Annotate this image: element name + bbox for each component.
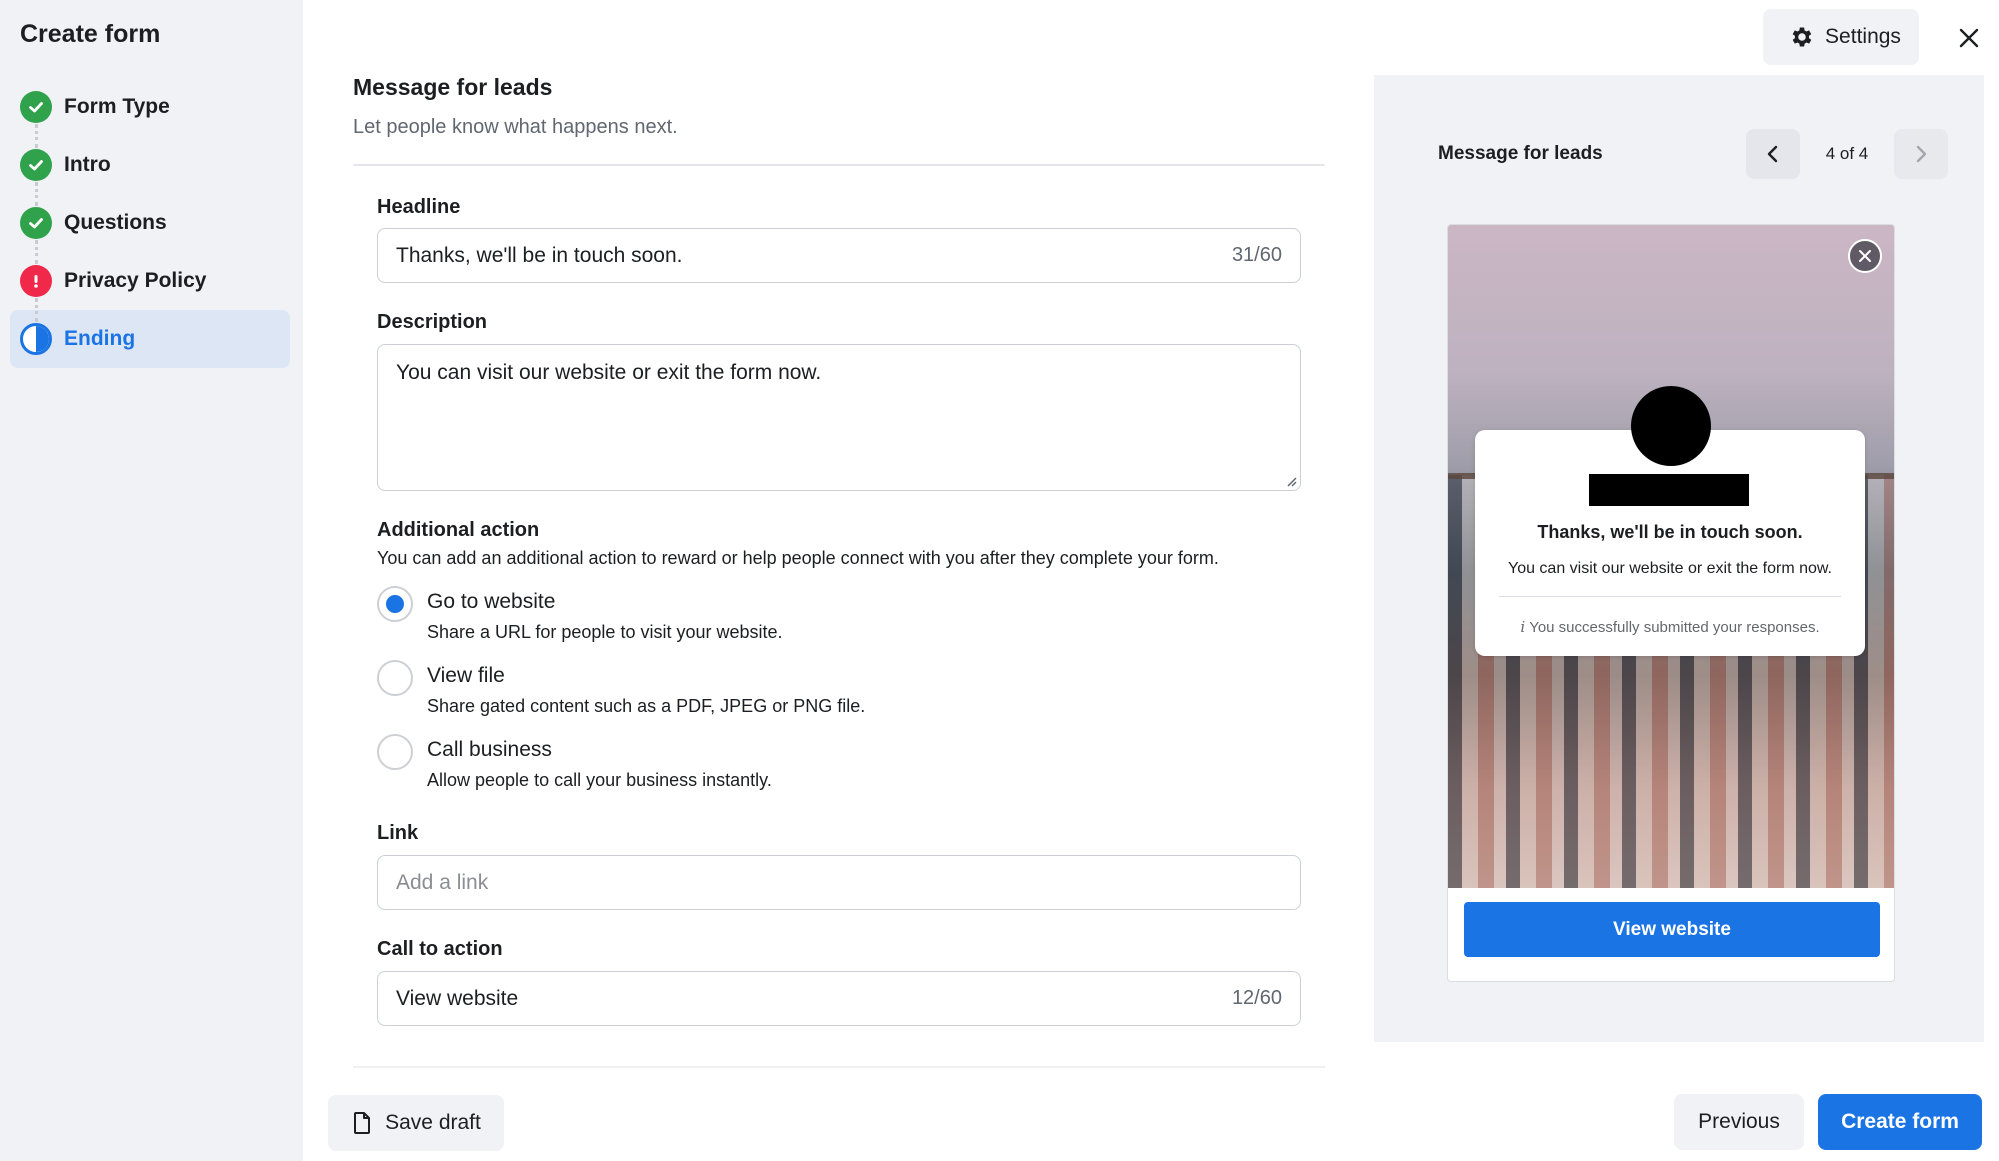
- step-label: Ending: [64, 327, 136, 350]
- create-form-button[interactable]: Create form: [1818, 1094, 1982, 1150]
- step-intro[interactable]: Intro: [10, 136, 290, 206]
- save-draft-button[interactable]: Save draft: [328, 1095, 504, 1151]
- link-input[interactable]: Add a link: [377, 855, 1301, 910]
- preview-close-button[interactable]: [1848, 239, 1882, 273]
- section-title: Message for leads: [353, 74, 553, 100]
- step-form-type[interactable]: Form Type: [10, 78, 290, 148]
- description-value: You can visit our website or exit the fo…: [396, 361, 822, 384]
- option-go-to-website[interactable]: Go to website Share a URL for people to …: [377, 586, 783, 643]
- description-label: Description: [377, 311, 488, 333]
- step-connector: [35, 240, 38, 264]
- description-textarea[interactable]: You can visit our website or exit the fo…: [377, 344, 1301, 491]
- chevron-right-icon: [1916, 145, 1927, 163]
- preview-note: i You successfully submitted your respons…: [1475, 618, 1865, 636]
- step-label: Form Type: [64, 95, 170, 118]
- step-privacy-policy[interactable]: Privacy Policy: [10, 252, 290, 322]
- save-draft-label: Save draft: [385, 1111, 481, 1134]
- step-label: Intro: [64, 153, 111, 176]
- step-connector: [35, 298, 38, 322]
- option-call-business[interactable]: Call business Allow people to call your …: [377, 734, 772, 791]
- check-icon: [20, 149, 52, 181]
- previous-button[interactable]: Previous: [1674, 1094, 1804, 1150]
- next-page-button[interactable]: [1894, 129, 1948, 179]
- radio-unselected[interactable]: [377, 660, 413, 696]
- step-list: Form Type Intro Questions Privacy Policy: [10, 78, 290, 368]
- settings-label: Settings: [1825, 25, 1901, 48]
- pager-count: 4 of 4: [1825, 144, 1869, 163]
- option-title: Go to website: [427, 590, 556, 613]
- gear-icon: [1789, 24, 1815, 50]
- option-title: Call business: [427, 738, 552, 761]
- preview-phone: Thanks, we'll be in touch soon. You can …: [1447, 224, 1895, 982]
- exclamation-icon: [20, 265, 52, 297]
- check-icon: [20, 91, 52, 123]
- headline-input[interactable]: Thanks, we'll be in touch soon. 31/60: [377, 228, 1301, 283]
- half-circle-icon: [20, 323, 52, 355]
- preview-title: Message for leads: [1438, 143, 1603, 164]
- additional-action-help: You can add an additional action to rewa…: [377, 548, 1219, 568]
- preview-note-text: You successfully submitted your response…: [1529, 619, 1820, 636]
- info-icon: i: [1520, 618, 1526, 636]
- preview-headline: Thanks, we'll be in touch soon.: [1537, 522, 1803, 542]
- step-label: Privacy Policy: [64, 269, 207, 292]
- view-website-button[interactable]: View website: [1464, 902, 1880, 957]
- step-ending[interactable]: Ending: [10, 310, 290, 368]
- settings-button[interactable]: Settings: [1763, 9, 1919, 65]
- redacted-name: [1589, 474, 1749, 506]
- divider: [1499, 596, 1841, 597]
- option-view-file[interactable]: View file Share gated content such as a …: [377, 660, 866, 717]
- option-description: Share gated content such as a PDF, JPEG …: [427, 696, 866, 716]
- headline-label: Headline: [377, 196, 461, 218]
- divider: [353, 164, 1325, 166]
- check-icon: [20, 207, 52, 239]
- cta-char-count: 12/60: [1231, 987, 1282, 1009]
- cta-input[interactable]: View website 12/60: [377, 971, 1301, 1026]
- close-icon: [1859, 250, 1871, 262]
- headline-char-count: 31/60: [1231, 244, 1282, 266]
- step-label: Questions: [64, 211, 167, 234]
- preview-description: You can visit our website or exit the fo…: [1507, 560, 1832, 577]
- option-description: Share a URL for people to visit your web…: [427, 622, 783, 642]
- cta-value: View website: [396, 986, 519, 1010]
- message-card: Thanks, we'll be in touch soon. You can …: [1475, 386, 1865, 656]
- radio-selected[interactable]: [377, 586, 413, 622]
- option-description: Allow people to call your business insta…: [427, 770, 772, 790]
- option-title: View file: [427, 664, 505, 687]
- additional-action-label: Additional action: [377, 519, 540, 541]
- radio-unselected[interactable]: [377, 734, 413, 770]
- cta-label: Call to action: [377, 938, 503, 960]
- avatar: [1631, 386, 1711, 466]
- main-panel: Settings Message for leads Let people kn…: [303, 0, 1999, 1161]
- headline-value: Thanks, we'll be in touch soon.: [396, 243, 683, 267]
- chevron-left-icon: [1767, 145, 1778, 163]
- close-icon: [1957, 26, 1981, 50]
- resize-handle-icon[interactable]: [1283, 473, 1297, 487]
- document-icon: [351, 1111, 373, 1135]
- step-connector: [35, 124, 38, 148]
- preview-panel: Message for leads 4 of 4 Thanks, we'll b…: [1374, 75, 1984, 1042]
- close-button[interactable]: [1949, 18, 1989, 58]
- divider: [353, 1066, 1325, 1068]
- link-placeholder: Add a link: [396, 870, 489, 894]
- sidebar: Create form Form Type Intro Questions Pr…: [0, 0, 303, 1161]
- link-label: Link: [377, 822, 419, 844]
- step-connector: [35, 182, 38, 206]
- sidebar-title: Create form: [20, 20, 161, 48]
- previous-page-button[interactable]: [1746, 129, 1800, 179]
- section-subtitle: Let people know what happens next.: [353, 116, 678, 138]
- step-questions[interactable]: Questions: [10, 194, 290, 264]
- preview-pager: 4 of 4: [1746, 129, 1948, 179]
